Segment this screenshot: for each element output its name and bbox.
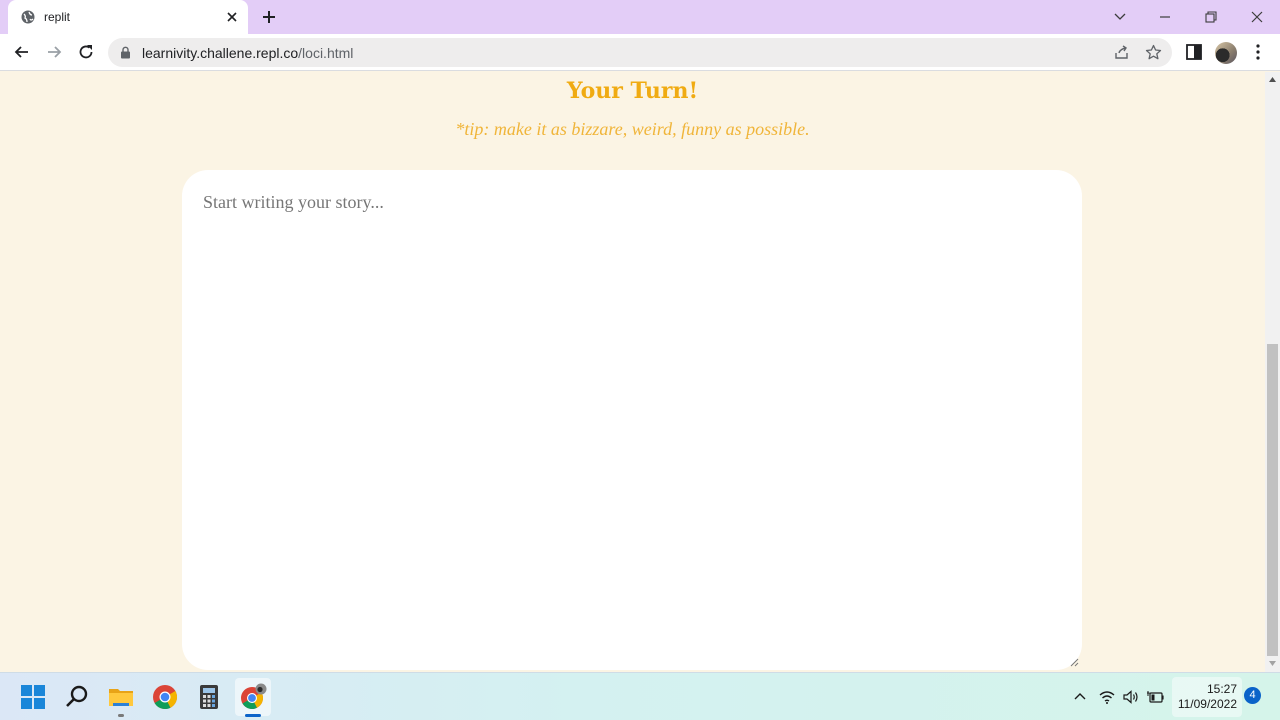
scroll-down-icon[interactable] (1268, 659, 1277, 668)
running-indicator (118, 714, 124, 717)
story-input[interactable] (182, 170, 1082, 670)
notification-badge[interactable]: 4 (1244, 687, 1261, 704)
close-icon[interactable] (224, 9, 240, 25)
address-bar[interactable]: learnivity.challene.repl.co/loci.html (108, 38, 1172, 67)
browser-titlebar: replit (0, 0, 1280, 34)
chrome-icon[interactable] (151, 683, 179, 711)
tip-text: *tip: make it as bizzare, weird, funny a… (455, 119, 810, 139)
page-scrollbar[interactable] (1265, 72, 1280, 672)
url-text[interactable]: learnivity.challene.repl.co/loci.html (142, 45, 353, 61)
page-content: Your Turn! *tip: make it as bizzare, wei… (0, 72, 1265, 672)
calculator-icon[interactable] (195, 683, 223, 711)
globe-icon (21, 10, 35, 24)
back-icon[interactable] (12, 42, 32, 62)
url-host: learnivity.challene.repl.co (142, 45, 299, 61)
restore-icon[interactable] (1200, 6, 1222, 28)
lock-icon[interactable] (120, 46, 131, 59)
chevron-up-icon[interactable] (1071, 688, 1089, 706)
battery-charging-icon[interactable] (1147, 688, 1165, 706)
system-clock[interactable]: 15:27 11/09/2022 (1172, 677, 1242, 717)
share-icon[interactable] (1113, 44, 1130, 61)
wifi-icon[interactable] (1098, 688, 1116, 706)
clock-date: 11/09/2022 (1177, 697, 1237, 711)
profile-avatar[interactable] (1215, 42, 1237, 64)
minimize-icon[interactable] (1154, 6, 1176, 28)
forward-icon[interactable] (44, 42, 64, 62)
running-indicator-active (245, 714, 261, 717)
resize-handle-icon[interactable] (1069, 657, 1079, 667)
file-explorer-icon[interactable] (107, 683, 135, 711)
browser-toolbar: learnivity.challene.repl.co/loci.html (0, 34, 1280, 71)
taskbar: 15:27 11/09/2022 (0, 672, 1280, 720)
bookmark-star-icon[interactable] (1145, 44, 1162, 61)
more-menu-icon[interactable] (1248, 42, 1268, 62)
clock-time: 15:27 (1206, 682, 1237, 696)
chrome-profile-icon[interactable] (239, 683, 267, 711)
volume-icon[interactable] (1122, 688, 1140, 706)
new-tab-icon[interactable] (260, 8, 278, 26)
tab-title: replit (44, 10, 71, 24)
chevron-down-icon[interactable] (1109, 6, 1131, 28)
page-title: Your Turn! (566, 78, 699, 104)
close-window-icon[interactable] (1246, 6, 1268, 28)
side-panel-icon[interactable] (1184, 42, 1204, 62)
scroll-up-icon[interactable] (1268, 75, 1277, 84)
search-icon[interactable] (63, 683, 91, 711)
start-icon[interactable] (19, 683, 47, 711)
browser-tab[interactable]: replit (8, 0, 248, 34)
url-path: /loci.html (298, 45, 354, 61)
reload-icon[interactable] (76, 42, 96, 62)
scroll-thumb[interactable] (1267, 344, 1278, 656)
